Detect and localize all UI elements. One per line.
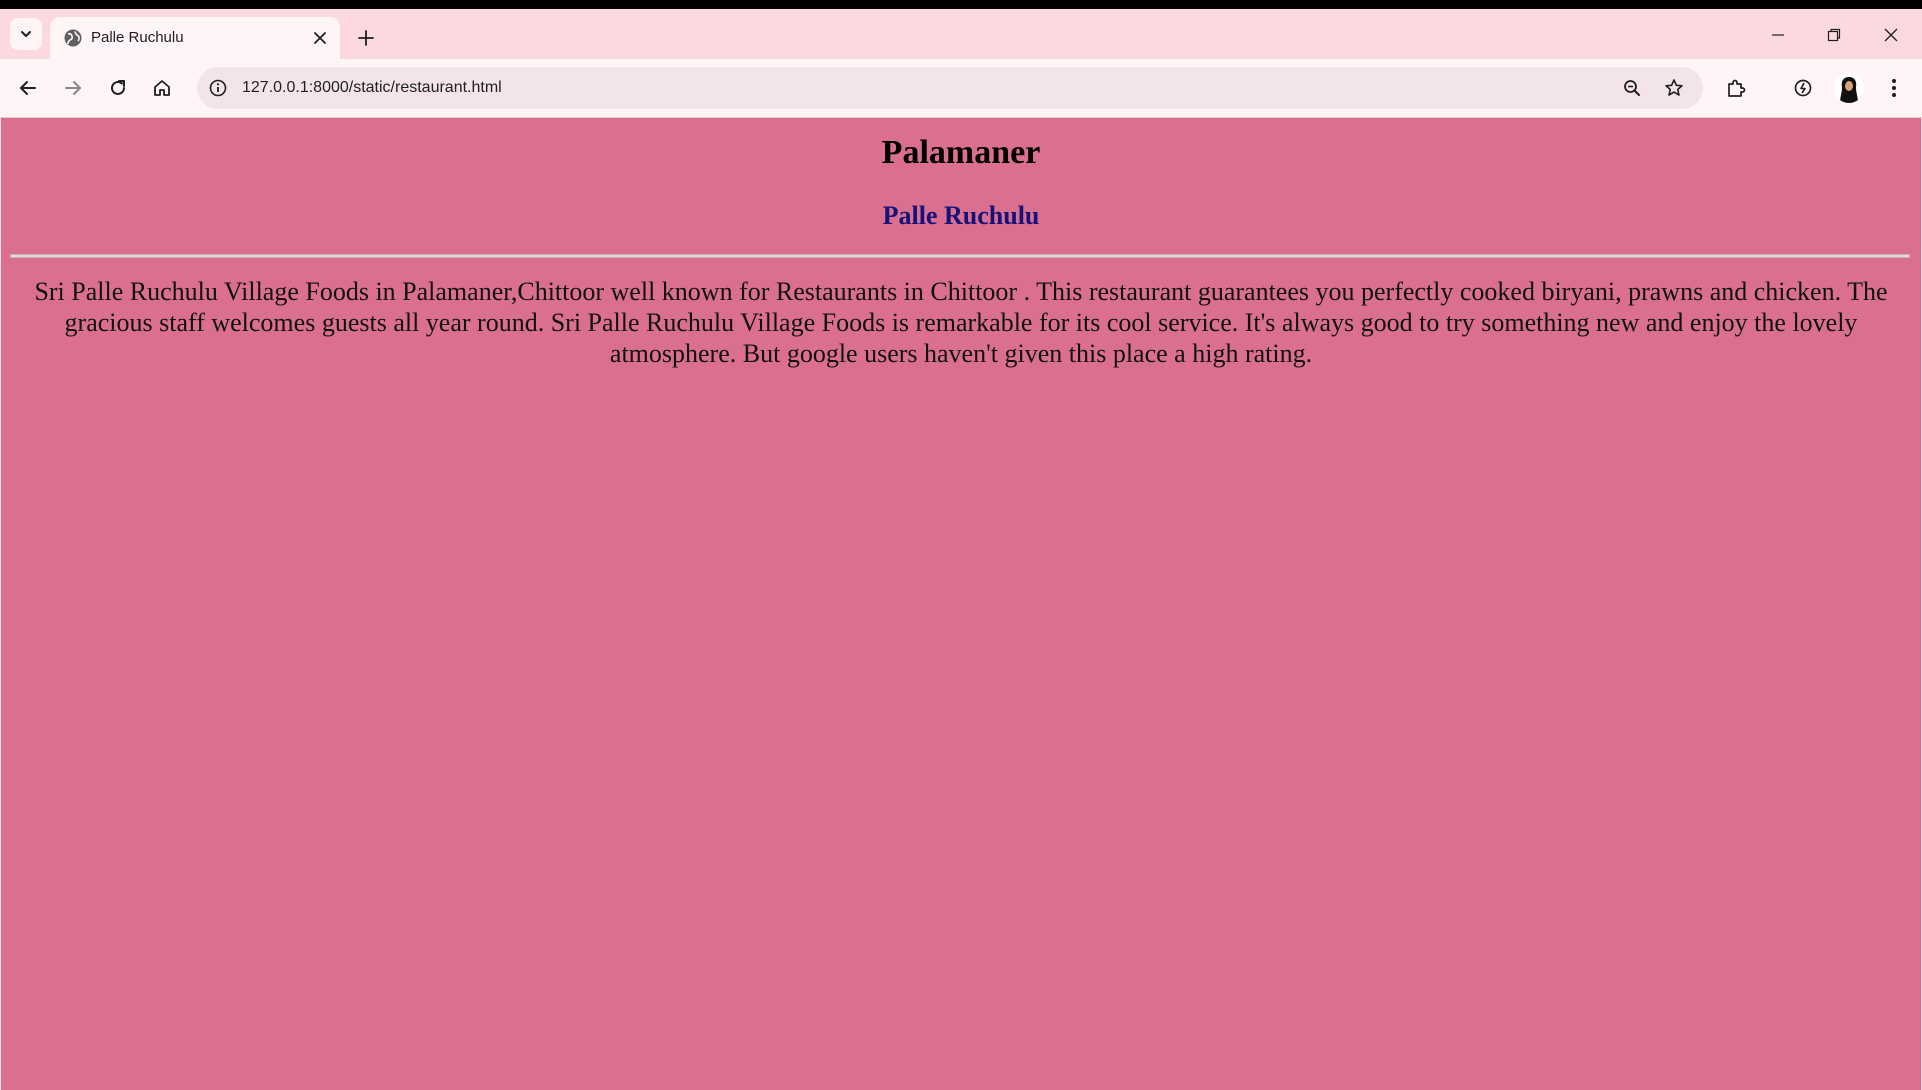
close-icon <box>1884 28 1898 42</box>
url-text[interactable]: 127.0.0.1:8000/static/restaurant.html <box>242 79 502 97</box>
back-arrow-icon <box>19 79 37 97</box>
plus-icon <box>358 30 374 46</box>
performance-button[interactable] <box>1789 74 1817 102</box>
globe-icon <box>63 28 83 48</box>
profile-avatar[interactable] <box>1834 73 1864 103</box>
close-icon[interactable] <box>310 28 330 48</box>
page-subtitle: Palle Ruchulu <box>882 201 1040 230</box>
tab-title: Palle Ruchulu <box>91 29 184 46</box>
reload-icon <box>109 79 127 97</box>
address-bar[interactable]: 127.0.0.1:8000/static/restaurant.html <box>197 67 1703 109</box>
star-icon[interactable] <box>1663 77 1685 99</box>
extensions-button[interactable] <box>1722 74 1750 102</box>
restore-icon <box>1827 28 1841 42</box>
minimize-button[interactable] <box>1764 23 1792 47</box>
minimize-icon <box>1771 28 1785 42</box>
info-icon[interactable] <box>207 77 229 99</box>
menu-button[interactable] <box>1880 74 1908 102</box>
browser-toolbar: 127.0.0.1:8000/static/restaurant.html <box>0 59 1922 118</box>
forward-arrow-icon <box>64 79 82 97</box>
tab-search-button[interactable] <box>10 18 42 50</box>
browser-window: Palle Ruchulu 127.0.0.1:8000/static/rest… <box>0 9 1922 1090</box>
tab-active[interactable]: Palle Ruchulu <box>50 17 340 59</box>
speedometer-icon <box>1793 78 1813 98</box>
reload-button[interactable] <box>104 74 132 102</box>
kebab-menu-icon <box>1891 78 1897 98</box>
chevron-down-icon <box>19 27 33 41</box>
home-button[interactable] <box>148 74 176 102</box>
tab-strip: Palle Ruchulu <box>0 9 1922 59</box>
zoom-out-icon[interactable] <box>1621 77 1643 99</box>
new-tab-button[interactable] <box>354 26 378 50</box>
restore-button[interactable] <box>1820 23 1848 47</box>
page-viewport: Palamaner Palle Ruchulu Sri Palle Ruchul… <box>1 118 1921 1090</box>
back-button[interactable] <box>14 74 42 102</box>
close-window-button[interactable] <box>1877 23 1905 47</box>
home-icon <box>153 79 171 97</box>
restaurant-description: Sri Palle Ruchulu Village Foods in Palam… <box>34 277 1888 368</box>
puzzle-icon <box>1726 78 1746 98</box>
forward-button[interactable] <box>59 74 87 102</box>
page-title: Palamaner <box>881 134 1041 171</box>
horizontal-rule <box>10 254 1910 258</box>
